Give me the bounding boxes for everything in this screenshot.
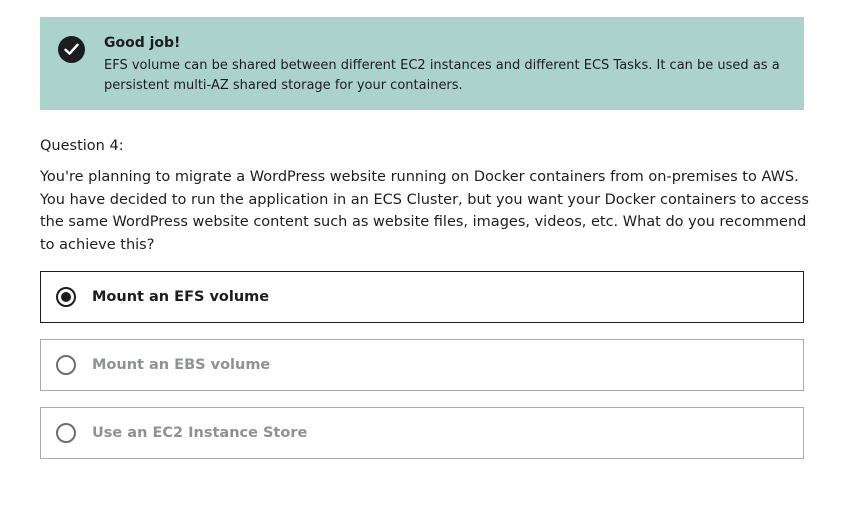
answer-option-label: Mount an EFS volume [92, 289, 270, 305]
radio-dot-icon [61, 292, 71, 302]
answer-option-instance-store[interactable]: Use an EC2 Instance Store [40, 407, 804, 459]
feedback-banner: Good job! EFS volume can be shared betwe… [40, 17, 804, 110]
feedback-title: Good job! [104, 35, 181, 51]
question-prompt: You're planning to migrate a WordPress w… [40, 169, 809, 253]
answer-option-ebs[interactable]: Mount an EBS volume [40, 339, 804, 391]
answer-option-label: Mount an EBS volume [92, 357, 271, 373]
radio-button-unchecked[interactable] [56, 355, 76, 375]
check-icon [58, 36, 85, 63]
radio-button-checked[interactable] [56, 287, 76, 307]
radio-button-unchecked[interactable] [56, 423, 76, 443]
feedback-message: EFS volume can be shared between differe… [104, 58, 780, 93]
answer-option-efs[interactable]: Mount an EFS volume [40, 271, 804, 323]
question-number: Question 4: [40, 138, 124, 154]
answer-option-label: Use an EC2 Instance Store [92, 425, 308, 441]
